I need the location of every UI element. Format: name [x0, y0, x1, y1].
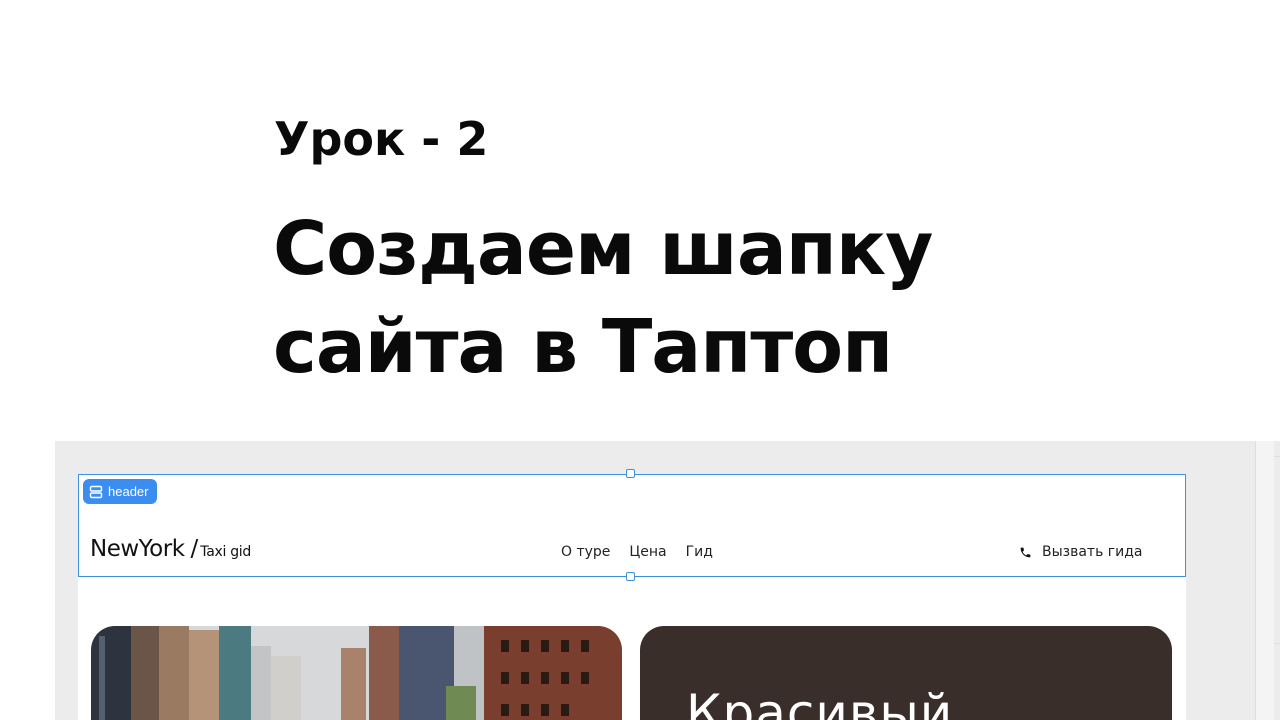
lesson-title: Создаем шапку сайта в Таптоп	[273, 200, 1033, 396]
call-guide-label: Вызвать гида	[1042, 544, 1143, 560]
call-guide-button[interactable]: Вызвать гида	[1019, 544, 1143, 560]
resize-handle-bottom[interactable]	[626, 572, 635, 581]
nav-item-price[interactable]: Цена	[629, 544, 666, 560]
layout-rows-icon	[89, 485, 103, 498]
hero-text-panel: Красивый	[640, 626, 1172, 720]
resize-handle-top[interactable]	[626, 469, 635, 478]
site-logo[interactable]: NewYork / Taxi gid	[90, 536, 251, 562]
hero-heading: Красивый	[686, 684, 954, 720]
city-skyline-illustration	[91, 626, 622, 720]
lesson-title-line-1: Создаем шапку	[273, 206, 933, 292]
block-badge-label: header	[108, 484, 149, 499]
block-type-badge[interactable]: header	[83, 479, 158, 504]
nav-item-tour[interactable]: О туре	[561, 544, 610, 560]
hero-city-photo	[91, 626, 622, 720]
site-nav: О туре Цена Гид	[561, 544, 713, 560]
phone-icon	[1020, 547, 1031, 557]
canvas-right-strip	[1256, 441, 1274, 720]
nav-item-guide[interactable]: Гид	[686, 544, 713, 560]
lesson-title-line-2: сайта в Таптоп	[273, 304, 893, 390]
lesson-label: Урок - 2	[274, 112, 489, 166]
logo-slash: /	[190, 536, 199, 562]
logo-sub-text: Taxi gid	[200, 544, 251, 560]
logo-main-text: NewYork	[90, 536, 185, 562]
canvas-right-ruler	[1274, 456, 1280, 644]
